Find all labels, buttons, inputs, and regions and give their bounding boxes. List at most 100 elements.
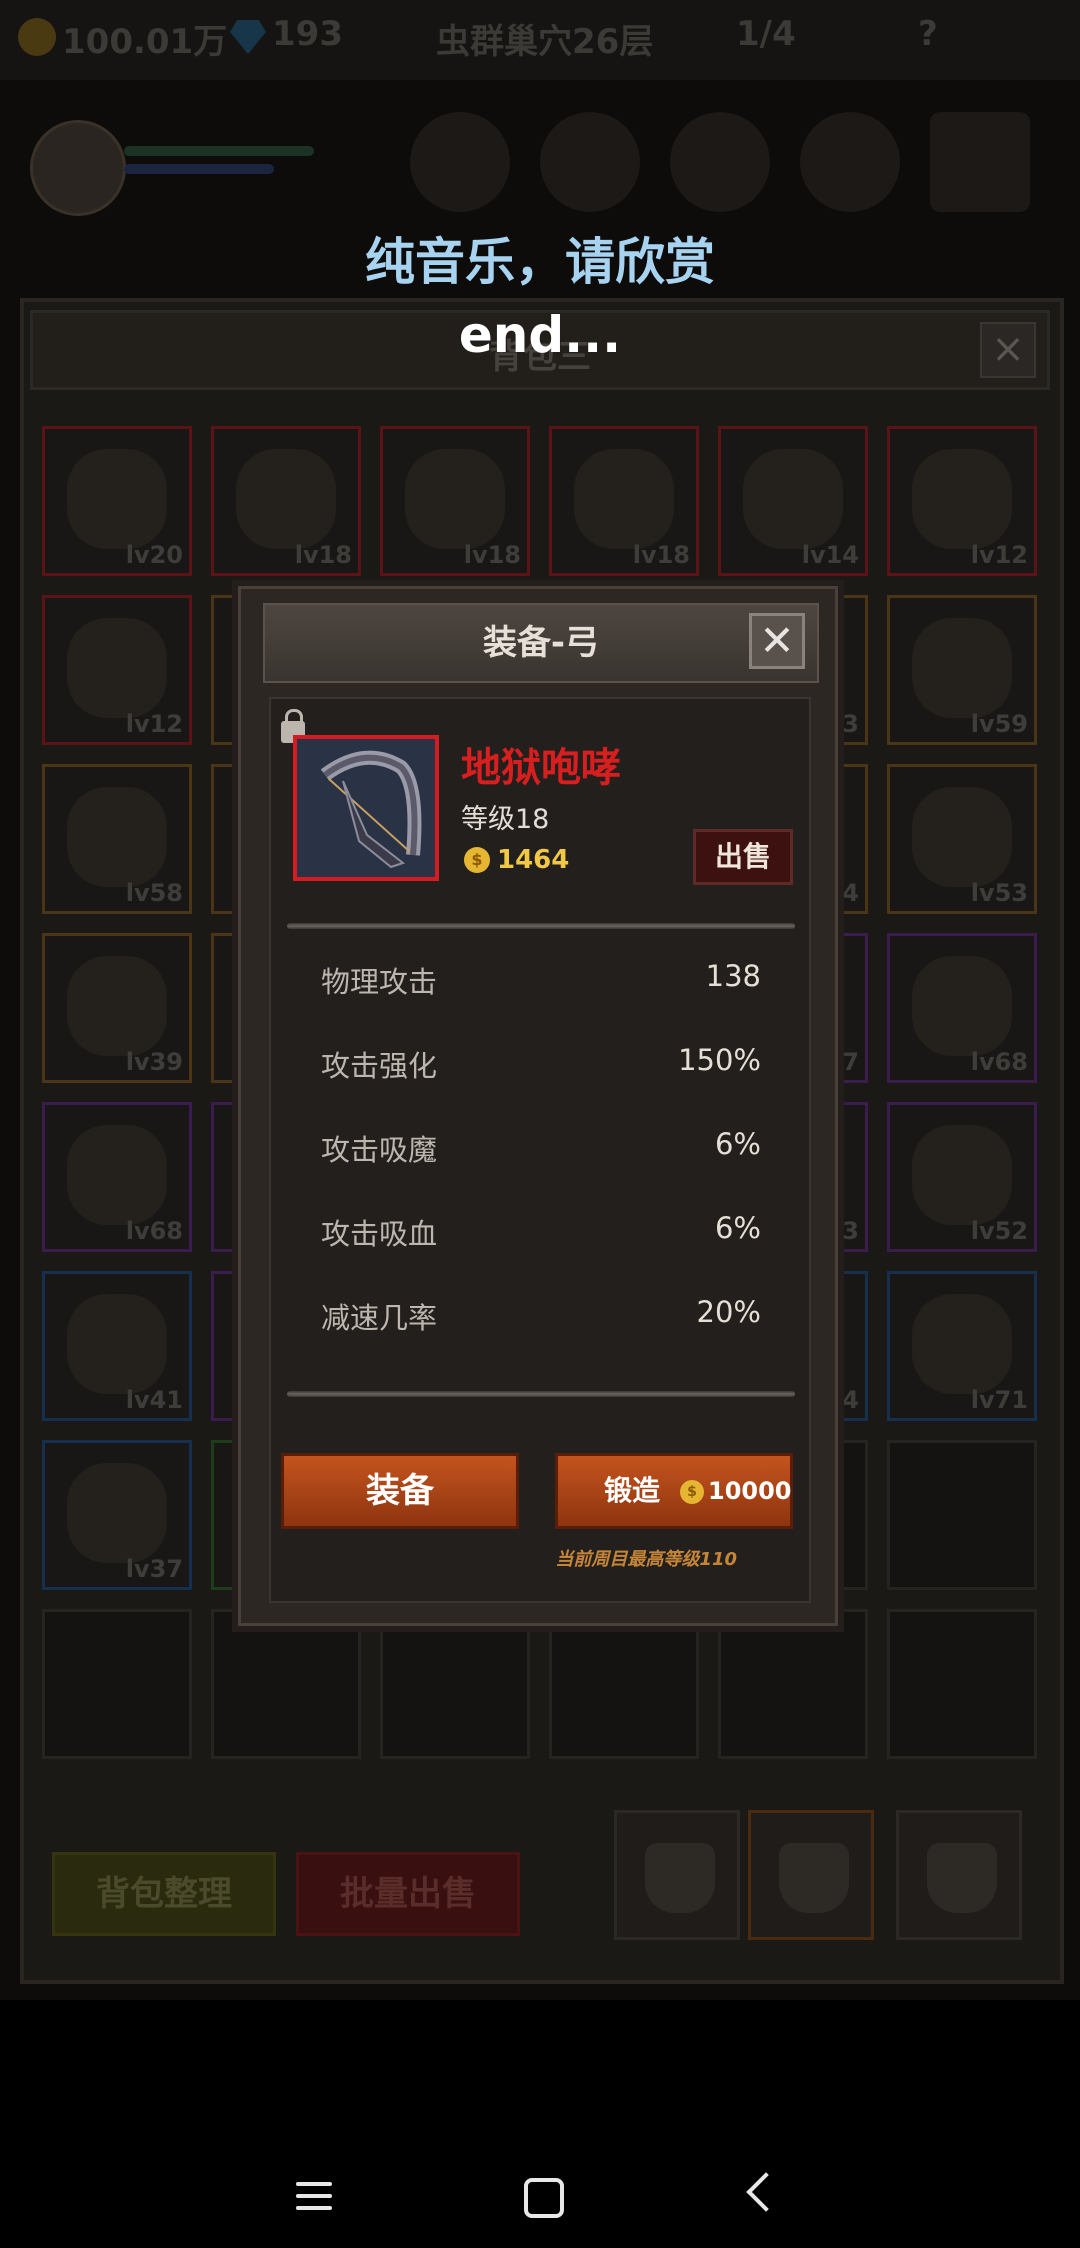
equipment-icon <box>912 618 1012 718</box>
dialog-title: 装备-弓 <box>482 623 600 663</box>
backpack-slot[interactable]: lv71 <box>887 1271 1037 1421</box>
dialog-header: 装备-弓 ✕ <box>263 603 819 683</box>
equipment-icon <box>67 449 167 549</box>
backpack-icon <box>927 1843 997 1913</box>
hero-hp-bar <box>124 146 314 156</box>
backpack-slot[interactable]: lv18 <box>211 426 361 576</box>
slot-level: lv18 <box>463 541 521 569</box>
top-status-bar: 100.01万 193 虫群巢穴26层 1/4 ? <box>0 0 1080 80</box>
slot-level: lv14 <box>801 541 859 569</box>
equipment-icon <box>912 1294 1012 1394</box>
forge-button[interactable]: 锻造 $ 10000 <box>555 1453 793 1529</box>
slot-level: lv52 <box>970 1217 1028 1245</box>
gem-amount: 193 <box>272 14 343 54</box>
forge-label: 锻造 <box>604 1474 661 1507</box>
dungeon-name: 虫群巢穴26层 <box>436 22 654 62</box>
menu-icon[interactable] <box>296 2182 332 2218</box>
backpack-slot[interactable]: lv12 <box>42 595 192 745</box>
backpack-slot[interactable]: lv37 <box>42 1440 192 1590</box>
backpack-icon <box>779 1843 849 1913</box>
gold-coin-icon: $ <box>680 1480 704 1504</box>
backpack-slot[interactable]: lv53 <box>887 764 1037 914</box>
back-icon[interactable] <box>746 2172 786 2212</box>
backpack-slot[interactable] <box>380 1609 530 1759</box>
slot-level: 4 <box>842 1386 859 1414</box>
slot-level: lv71 <box>970 1386 1028 1414</box>
backpack-tab-3[interactable] <box>896 1810 1022 1940</box>
gold-coin-icon <box>18 18 56 56</box>
backpack-slot[interactable] <box>887 1609 1037 1759</box>
backpack-slot[interactable]: lv59 <box>887 595 1037 745</box>
gold-coin-icon: $ <box>464 847 490 873</box>
hero-avatar[interactable] <box>30 120 126 216</box>
skill-slot[interactable] <box>670 112 770 212</box>
item-icon-frame <box>293 735 439 881</box>
item-sell-price: 1464 <box>497 845 570 875</box>
forge-cost: 10000 <box>708 1477 792 1505</box>
backpack-slot[interactable]: lv39 <box>42 933 192 1083</box>
equipment-icon <box>912 787 1012 887</box>
equipment-icon <box>743 449 843 549</box>
slot-level: lv41 <box>125 1386 183 1414</box>
slot-level: lv12 <box>125 710 183 738</box>
backpack-slot[interactable] <box>887 1440 1037 1590</box>
backpack-slot[interactable]: lv68 <box>42 1102 192 1252</box>
caption-line-2: end... <box>458 306 622 364</box>
backpack-slot[interactable] <box>211 1609 361 1759</box>
equipment-icon <box>574 449 674 549</box>
gem-icon <box>230 20 266 54</box>
backpack-slot[interactable]: lv18 <box>380 426 530 576</box>
stat-label: 攻击吸血 <box>321 1217 438 1251</box>
sell-button[interactable]: 出售 <box>693 829 793 885</box>
backpack-slot[interactable]: lv68 <box>887 933 1037 1083</box>
slot-level: 7 <box>842 1048 859 1076</box>
stat-value: 150% <box>678 1043 761 1077</box>
backpack-slot[interactable]: lv52 <box>887 1102 1037 1252</box>
home-icon[interactable] <box>524 2178 564 2218</box>
stat-label: 物理攻击 <box>321 965 438 999</box>
backpack-slot[interactable]: lv41 <box>42 1271 192 1421</box>
stat-label: 攻击吸魔 <box>321 1133 438 1167</box>
backpack-tab-2[interactable] <box>748 1810 874 1940</box>
stat-value: 6% <box>714 1127 761 1161</box>
gold-amount: 100.01万 <box>62 22 228 62</box>
item-detail-dialog: 装备-弓 ✕ 地狱咆哮 等级18 $ 1464 出售 物理攻击 138 攻击强化 15… <box>238 586 838 1626</box>
backpack-slot[interactable]: lv18 <box>549 426 699 576</box>
slot-level: lv53 <box>970 879 1028 907</box>
skill-slot[interactable] <box>800 112 900 212</box>
backpack-slot[interactable] <box>549 1609 699 1759</box>
stat-value: 20% <box>696 1295 761 1329</box>
sort-backpack-button[interactable]: 背包整理 <box>52 1852 276 1936</box>
slot-level: lv58 <box>125 879 183 907</box>
skill-slot[interactable] <box>540 112 640 212</box>
slot-level: lv59 <box>970 710 1028 738</box>
dialog-close-button[interactable]: ✕ <box>749 613 805 669</box>
bow-icon <box>320 750 422 869</box>
max-level-note: 当前周目最高等级110 <box>555 1549 737 1570</box>
equip-button[interactable]: 装备 <box>281 1453 519 1529</box>
backpack-slot[interactable]: lv12 <box>887 426 1037 576</box>
backpack-slot[interactable] <box>42 1609 192 1759</box>
equipment-icon <box>405 449 505 549</box>
equipment-icon <box>67 1294 167 1394</box>
slot-level: 3 <box>842 710 859 738</box>
backpack-tab-1[interactable] <box>614 1810 740 1940</box>
slot-level: lv68 <box>970 1048 1028 1076</box>
slot-level: 3 <box>842 1217 859 1245</box>
slot-level: lv18 <box>294 541 352 569</box>
backpack-slot[interactable]: lv14 <box>718 426 868 576</box>
equipment-icon <box>67 618 167 718</box>
slot-level: lv18 <box>632 541 690 569</box>
equipment-icon <box>912 1125 1012 1225</box>
stat-value: 138 <box>705 959 761 993</box>
backpack-slot[interactable]: lv20 <box>42 426 192 576</box>
backpack-slot[interactable] <box>718 1609 868 1759</box>
skill-slot[interactable] <box>410 112 510 212</box>
divider <box>287 1391 795 1397</box>
backpack-slot[interactable]: lv58 <box>42 764 192 914</box>
bulk-sell-button[interactable]: 批量出售 <box>296 1852 520 1936</box>
help-icon[interactable]: ? <box>918 14 938 54</box>
quest-slot[interactable] <box>930 112 1030 212</box>
equipment-icon <box>912 449 1012 549</box>
slot-level: lv12 <box>970 541 1028 569</box>
